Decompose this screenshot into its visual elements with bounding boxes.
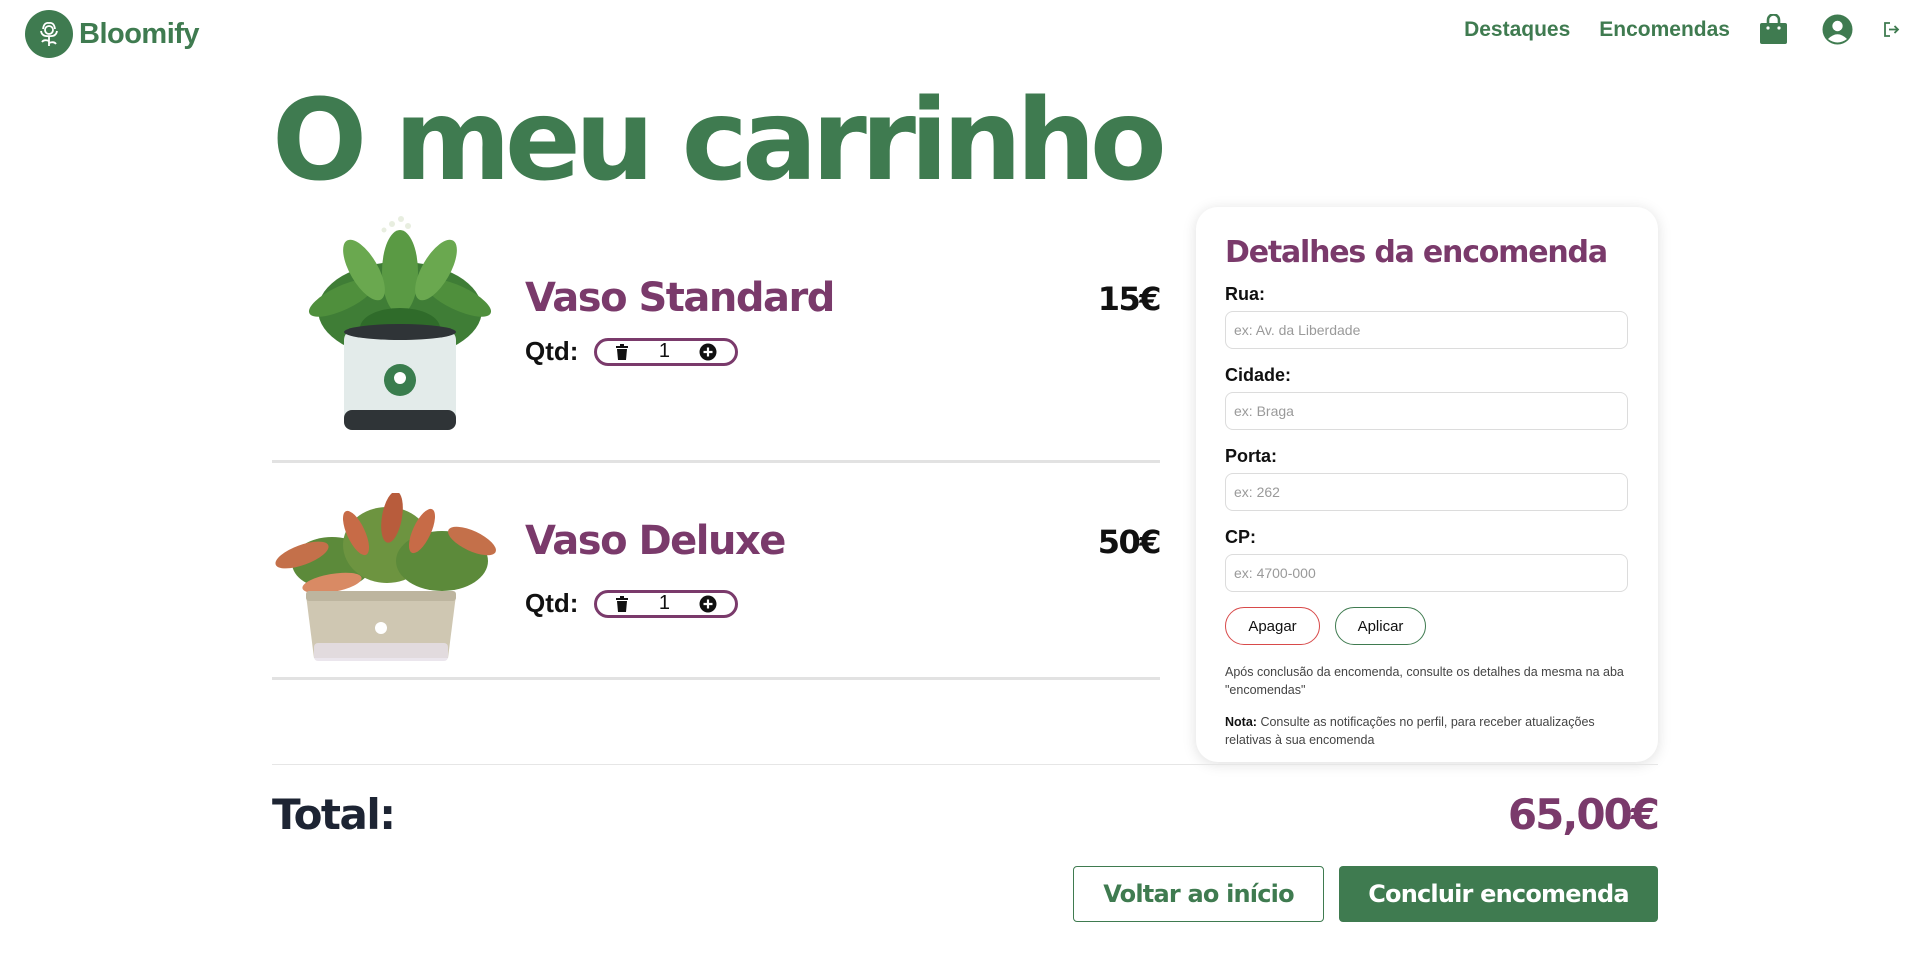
street-label: Rua: <box>1225 284 1265 304</box>
form-actions: Apagar Aplicar <box>1225 607 1629 645</box>
cart-item: Vaso Standard 15€ Qtd: 1 <box>272 210 1162 463</box>
finish-order-button[interactable]: Concluir encomenda <box>1339 866 1658 922</box>
brand-name: Bloomify <box>79 17 200 50</box>
plus-circle-icon[interactable] <box>699 343 717 361</box>
product-image-vaso-deluxe <box>272 491 502 673</box>
brand-logo[interactable]: Bloomify <box>25 10 200 58</box>
shopping-bag-icon[interactable] <box>1759 14 1788 45</box>
postal-code-input[interactable] <box>1225 554 1628 592</box>
quantity-label: Qtd: <box>525 336 579 366</box>
nav-destaques[interactable]: Destaques <box>1464 18 1570 42</box>
product-image-vaso-standard <box>302 210 498 440</box>
user-account-icon[interactable] <box>1822 14 1853 45</box>
item-price: 50€ <box>1097 523 1162 561</box>
logout-icon[interactable] <box>1883 21 1900 38</box>
quantity-stepper: 1 <box>594 337 739 366</box>
quantity-label: Qtd: <box>525 588 579 618</box>
cart-item: Vaso Deluxe 50€ Qtd: 1 <box>272 463 1162 683</box>
item-price: 15€ <box>1097 280 1162 318</box>
item-name: Vaso Deluxe <box>525 518 786 564</box>
order-info-text: Após conclusão da encomenda, consulte os… <box>1225 665 1624 697</box>
quantity-row: Qtd: 1 <box>525 336 739 367</box>
clear-button[interactable]: Apagar <box>1225 607 1320 645</box>
door-label: Porta: <box>1225 446 1278 466</box>
street-input[interactable] <box>1225 311 1628 349</box>
order-details-panel: Detalhes da encomenda Rua: Cidade: Porta… <box>1196 207 1658 762</box>
item-divider <box>272 677 1160 680</box>
panel-title: Detalhes da encomenda <box>1225 235 1608 270</box>
total-value: 65,00€ <box>1507 790 1660 839</box>
note-prefix: Nota: <box>1225 715 1257 729</box>
city-label: Cidade: <box>1225 365 1292 385</box>
total-label: Total: <box>272 790 396 839</box>
quantity-row: Qtd: 1 <box>525 588 739 619</box>
note-text: Consulte as notificações no perfil, para… <box>1225 715 1595 747</box>
quantity-value: 1 <box>658 592 670 614</box>
page-title: O meu carrinho <box>272 76 1167 206</box>
quantity-value: 1 <box>658 340 670 362</box>
item-name: Vaso Standard <box>525 275 835 321</box>
total-divider <box>272 764 1658 765</box>
main-nav: Destaques Encomendas <box>1464 14 1900 45</box>
door-input[interactable] <box>1225 473 1628 511</box>
order-note: Nota: Consulte as notificações no perfil… <box>1225 713 1629 749</box>
apply-button[interactable]: Aplicar <box>1335 607 1426 645</box>
postal-code-label: CP: <box>1225 527 1256 547</box>
quantity-stepper: 1 <box>594 589 739 618</box>
trash-icon[interactable] <box>615 343 629 360</box>
back-home-button[interactable]: Voltar ao início <box>1073 866 1324 922</box>
city-input[interactable] <box>1225 392 1628 430</box>
plus-circle-icon[interactable] <box>699 595 717 613</box>
rose-logo-icon <box>25 10 73 58</box>
trash-icon[interactable] <box>615 595 629 612</box>
nav-encomendas[interactable]: Encomendas <box>1599 18 1730 42</box>
